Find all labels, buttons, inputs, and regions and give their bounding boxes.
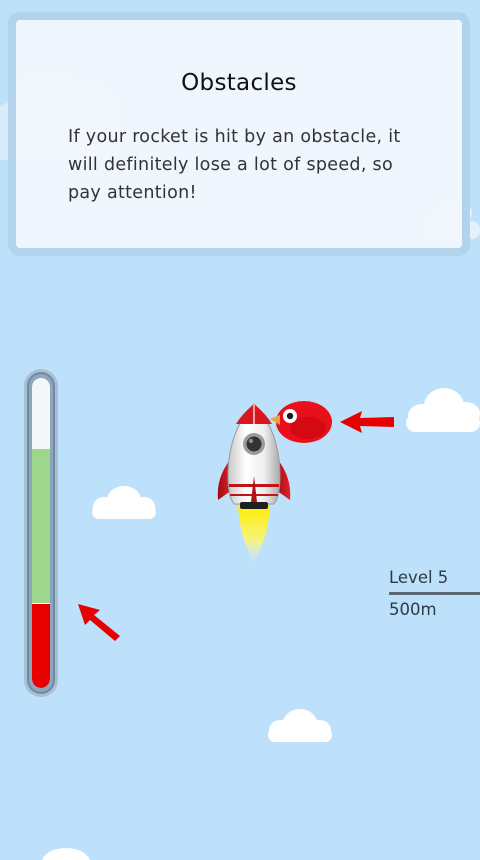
level-divider (389, 592, 480, 595)
cloud-icon (92, 486, 156, 519)
speed-meter-tube (32, 378, 50, 688)
distance-label: 500m (389, 600, 437, 619)
tutorial-text: If your rocket is hit by an obstacle, it… (68, 127, 401, 203)
arrow-left-icon (340, 411, 394, 433)
tutorial-dialog[interactable]: Obstacles If your rocket is hit by an ob… (8, 12, 470, 256)
cloud-icon (42, 848, 90, 860)
speed-meter (24, 369, 58, 697)
cloud-icon (406, 388, 480, 432)
speed-meter-danger-zone (32, 604, 50, 688)
level-label: Level 5 (389, 568, 449, 587)
red-bird-icon (270, 401, 332, 443)
speed-meter-fill (32, 449, 50, 604)
game-scene: Obstacles If your rocket is hit by an ob… (0, 0, 480, 860)
tutorial-title: Obstacles (181, 70, 297, 96)
cloud-icon (268, 709, 332, 742)
arrow-up-left-icon (78, 604, 120, 641)
